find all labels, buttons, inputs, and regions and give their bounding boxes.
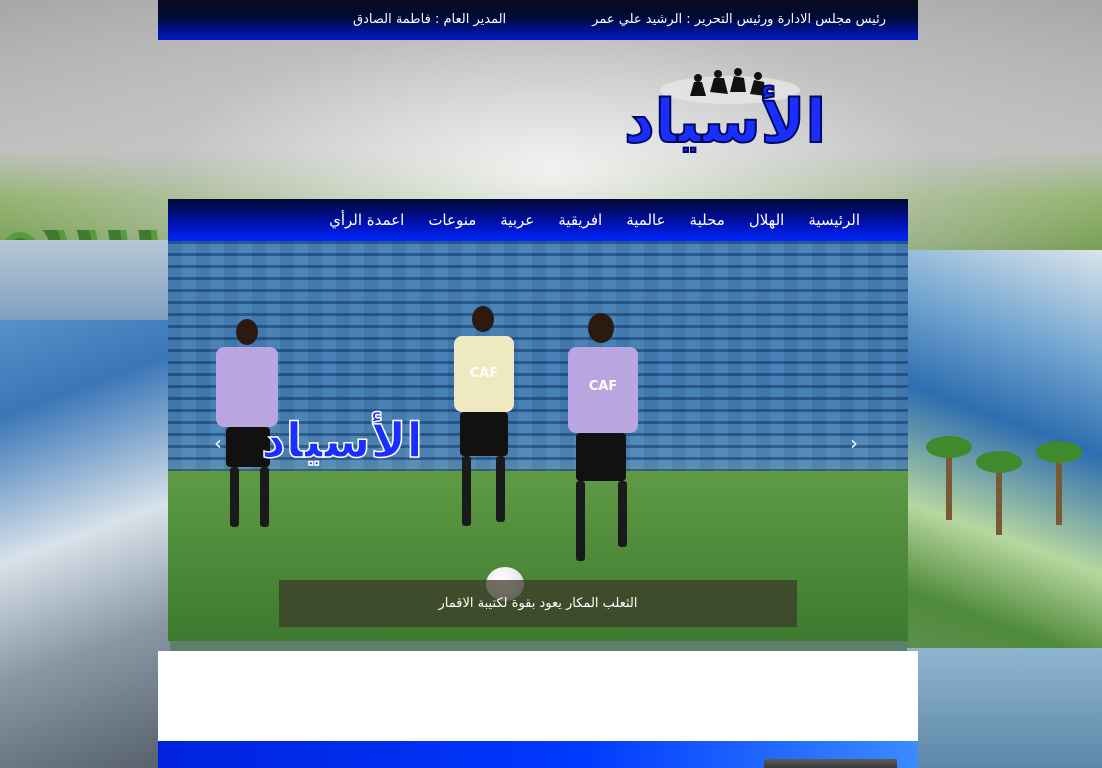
background-palm	[1036, 441, 1082, 525]
slide-player-bib-label: CAF	[470, 366, 498, 381]
slide-caption[interactable]: الثعلب المكار يعود بقوة لكتيبة الاقمار	[279, 580, 797, 627]
main-nav: الرئيسية الهلال محلية عالمية افريقية عرب…	[168, 199, 908, 241]
background-stadium-right	[907, 250, 1102, 768]
section-thumbnail[interactable]	[764, 759, 897, 768]
site-logo[interactable]: الأسياد	[590, 62, 860, 162]
watermark-wordmark: الأسياد	[261, 411, 423, 469]
logo-wordmark: الأسياد	[624, 85, 826, 157]
slide-watermark: الأسياد	[260, 410, 423, 470]
background-palm	[976, 451, 1022, 535]
background-stadium-roof	[0, 240, 170, 320]
chairman-credit: رئيس مجلس الادارة ورئيس التحرير : الرشيد…	[592, 12, 886, 27]
section-band	[158, 741, 918, 768]
nav-item-hilal[interactable]: الهلال	[749, 211, 785, 229]
slide-player-bib-label: CAF	[589, 379, 617, 394]
background-palm	[926, 436, 972, 520]
top-bar: رئيس مجلس الادارة ورئيس التحرير : الرشيد…	[158, 0, 918, 40]
nav-item-local[interactable]: محلية	[690, 211, 725, 229]
nav-item-global[interactable]: عالمية	[626, 211, 665, 229]
chevron-right-icon[interactable]: ›	[850, 431, 858, 455]
slide-caption-text[interactable]: الثعلب المكار يعود بقوة لكتيبة الاقمار	[439, 596, 638, 611]
nav-item-home[interactable]: الرئيسية	[808, 211, 860, 229]
chevron-left-icon[interactable]: ‹	[214, 431, 222, 455]
director-credit: المدير العام : فاطمة الصادق	[353, 12, 507, 27]
content-box	[158, 651, 918, 741]
background-stadium-left	[0, 230, 170, 768]
nav-item-misc[interactable]: منوعات	[428, 211, 476, 229]
nav-item-arab[interactable]: عربية	[500, 211, 534, 229]
nav-item-african[interactable]: افريقية	[558, 211, 602, 229]
nav-item-opinion[interactable]: اعمدة الرأي	[329, 211, 404, 229]
featured-slider: CAF CAF الأسياد ‹ › الثعلب المكار يعود ب…	[168, 241, 908, 641]
background-pool	[907, 648, 1102, 768]
